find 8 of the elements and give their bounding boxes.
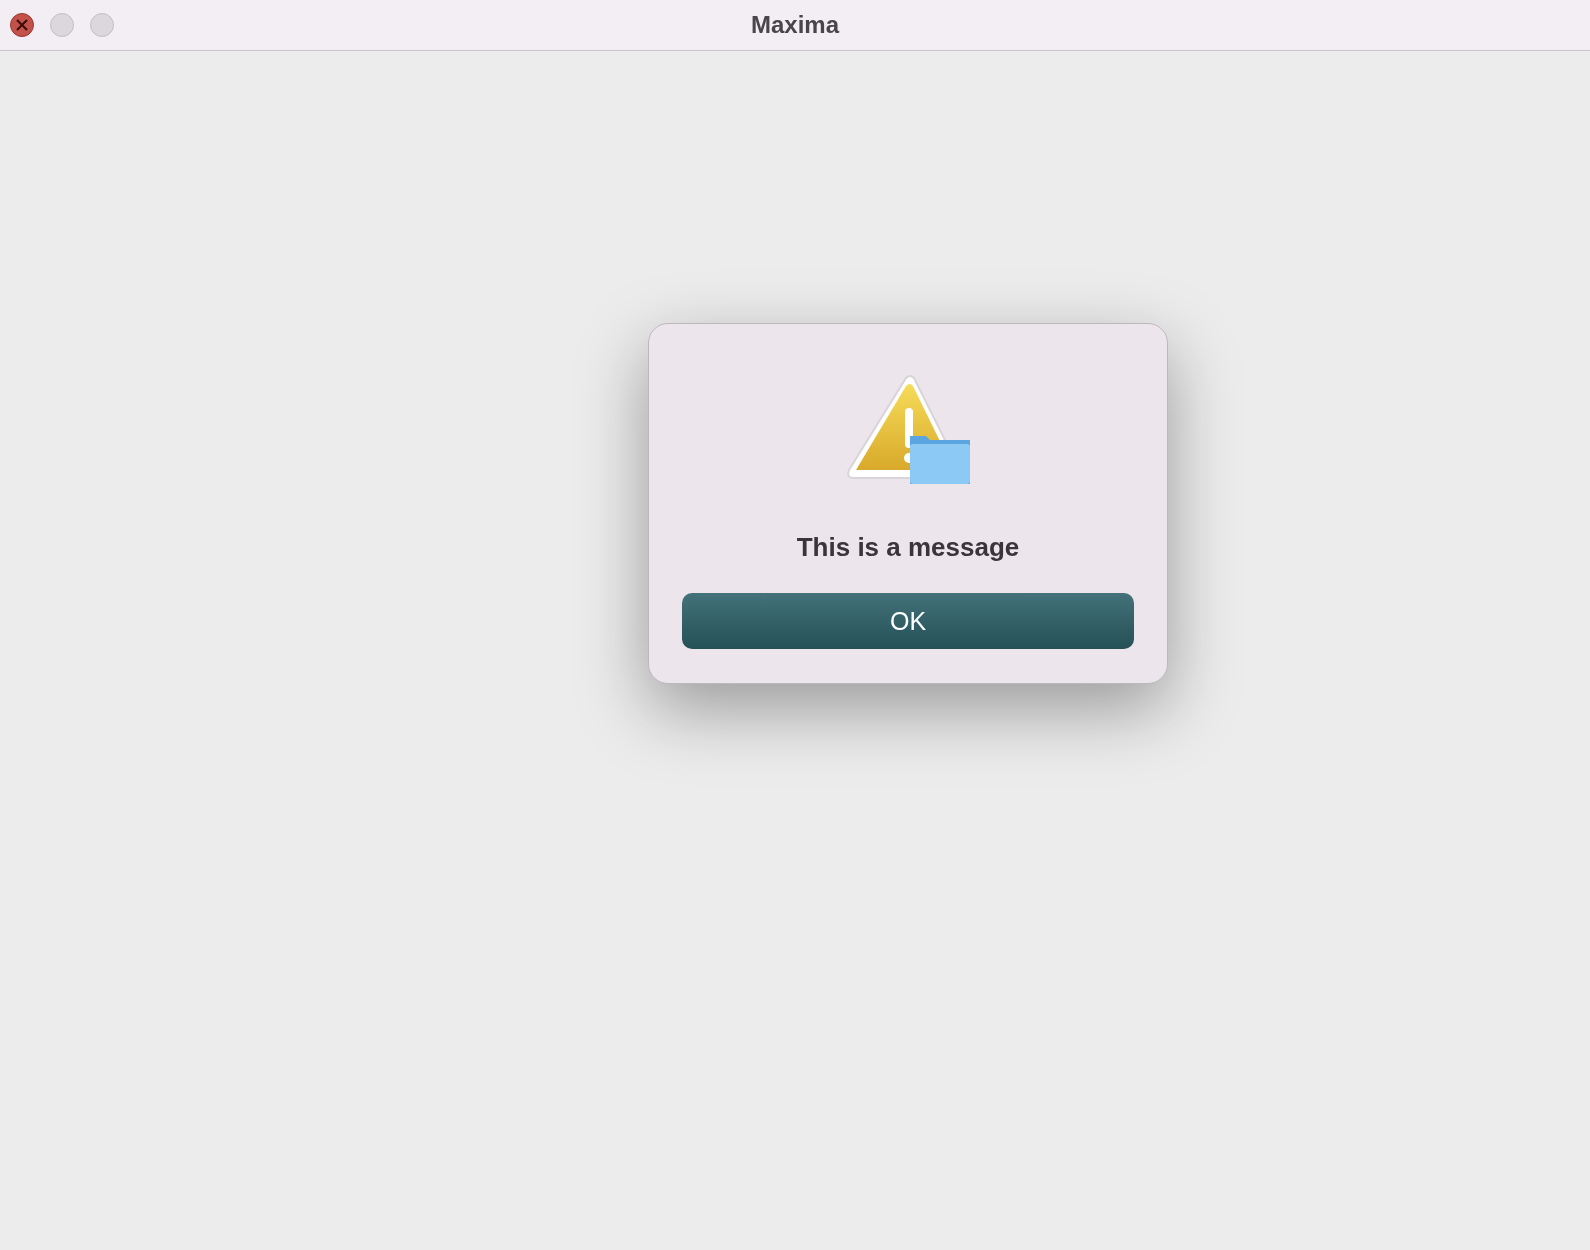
minimize-button[interactable] [50, 13, 74, 37]
close-button[interactable] [10, 13, 34, 37]
ok-button[interactable]: OK [682, 593, 1134, 649]
close-icon [16, 19, 28, 31]
window-title: Maxima [750, 11, 839, 38]
alert-message: This is a message [796, 532, 1020, 563]
warning-folder-icon [846, 374, 970, 486]
maximize-button[interactable] [90, 13, 114, 37]
